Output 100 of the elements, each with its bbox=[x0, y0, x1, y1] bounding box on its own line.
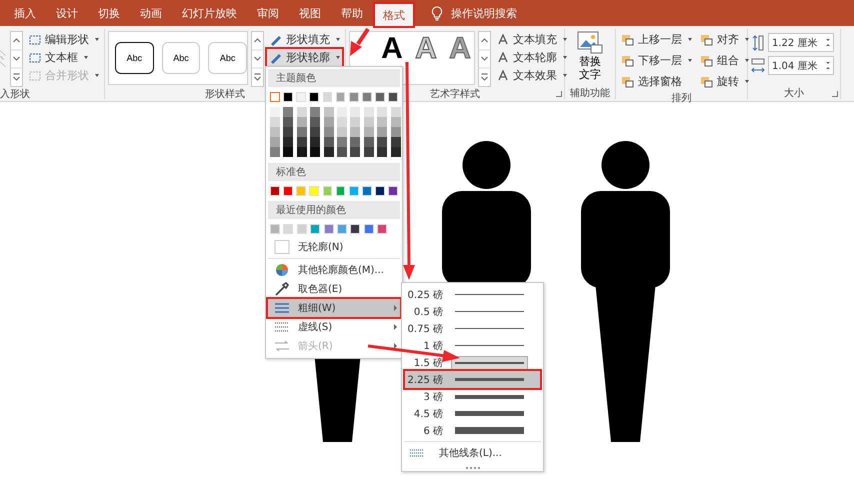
width-field[interactable]: 1.04 厘米 bbox=[768, 56, 834, 75]
color-swatch[interactable] bbox=[283, 117, 294, 127]
shape-style-preset[interactable]: Abc bbox=[208, 42, 248, 74]
ribbon-command[interactable]: 文本填充 bbox=[494, 31, 569, 48]
menu-item[interactable]: 0.5 磅 bbox=[405, 303, 540, 320]
color-swatch[interactable] bbox=[390, 117, 401, 127]
color-swatch[interactable] bbox=[310, 127, 320, 137]
menu-item[interactable]: 2.25 磅 bbox=[405, 371, 540, 388]
ribbon-tab[interactable]: 切换 bbox=[90, 2, 128, 24]
menu-item[interactable]: 取色器(E) bbox=[268, 280, 400, 298]
search-label[interactable]: 操作说明搜索 bbox=[451, 6, 517, 20]
dialog-launcher-icon[interactable] bbox=[832, 91, 838, 97]
menu-item[interactable]: 虚线(S) bbox=[268, 318, 400, 336]
ribbon-tab[interactable]: 格式 bbox=[375, 4, 413, 26]
color-swatch[interactable] bbox=[377, 137, 388, 147]
color-swatch[interactable] bbox=[324, 117, 334, 127]
alt-text-button[interactable]: 替换文字 bbox=[577, 31, 603, 81]
color-swatch[interactable] bbox=[336, 107, 347, 117]
ribbon-tab[interactable]: 视图 bbox=[291, 2, 329, 24]
menu-item[interactable]: 0.75 磅 bbox=[405, 320, 540, 337]
ribbon-tab[interactable]: 动画 bbox=[132, 2, 170, 24]
color-swatch[interactable] bbox=[296, 107, 307, 117]
color-swatch[interactable] bbox=[296, 127, 307, 137]
color-swatch[interactable] bbox=[310, 107, 320, 117]
menu-item[interactable]: 其他线条(L)... bbox=[405, 444, 540, 461]
color-swatch[interactable] bbox=[390, 137, 401, 147]
gallery-scroll-bar[interactable] bbox=[10, 31, 23, 87]
ribbon-command[interactable]: 选择窗格 bbox=[619, 73, 694, 90]
color-swatch[interactable] bbox=[364, 137, 374, 147]
color-swatch[interactable] bbox=[390, 107, 401, 117]
shape-style-preset[interactable]: Abc bbox=[162, 42, 200, 74]
menu-item[interactable]: 4.5 磅 bbox=[405, 405, 540, 422]
ribbon-command[interactable]: 形状填充 bbox=[267, 31, 342, 48]
color-swatch[interactable] bbox=[324, 137, 334, 147]
color-swatch[interactable] bbox=[324, 147, 334, 157]
color-swatch[interactable] bbox=[283, 107, 294, 117]
color-swatch[interactable] bbox=[310, 117, 320, 127]
color-swatch[interactable] bbox=[377, 147, 388, 157]
ribbon-command[interactable]: 上移一层 bbox=[619, 31, 694, 48]
color-swatch[interactable] bbox=[270, 107, 280, 117]
ribbon-command[interactable]: 形状轮廓 bbox=[267, 49, 342, 66]
color-swatch[interactable] bbox=[350, 117, 360, 127]
color-swatch[interactable] bbox=[270, 92, 280, 102]
gallery-scroll-bar[interactable] bbox=[478, 31, 491, 87]
color-swatch[interactable] bbox=[364, 147, 374, 157]
wordart-preset[interactable]: A bbox=[378, 35, 406, 63]
color-swatch[interactable] bbox=[377, 127, 388, 137]
ribbon-tab[interactable]: 设计 bbox=[48, 2, 86, 24]
color-swatch[interactable] bbox=[336, 147, 347, 157]
gallery-scroll-bar[interactable] bbox=[251, 31, 264, 87]
color-swatch[interactable] bbox=[377, 117, 388, 127]
color-swatch[interactable] bbox=[270, 127, 280, 137]
color-swatch[interactable] bbox=[310, 137, 320, 147]
color-swatch[interactable] bbox=[270, 117, 280, 127]
color-swatch[interactable] bbox=[336, 137, 347, 147]
color-swatch[interactable] bbox=[350, 127, 360, 137]
menu-item[interactable]: 粗细(W) bbox=[268, 299, 400, 317]
color-swatch[interactable] bbox=[336, 127, 347, 137]
color-swatch[interactable] bbox=[364, 107, 374, 117]
menu-item[interactable]: 无轮廓(N) bbox=[268, 238, 400, 256]
ribbon-tab[interactable]: 幻灯片放映 bbox=[174, 2, 245, 24]
ribbon-tab[interactable]: 插入 bbox=[6, 2, 44, 24]
color-swatch[interactable] bbox=[270, 147, 280, 157]
color-swatch[interactable] bbox=[336, 117, 347, 127]
ribbon-command[interactable]: 文本效果 bbox=[494, 67, 569, 84]
color-swatch[interactable] bbox=[390, 127, 401, 137]
menu-item[interactable]: 其他轮廓颜色(M)... bbox=[268, 261, 400, 279]
menu-item[interactable]: 1 磅 bbox=[405, 337, 540, 354]
dialog-launcher-icon[interactable] bbox=[556, 91, 562, 97]
shape-style-preset[interactable]: Abc bbox=[115, 42, 154, 74]
ribbon-command[interactable]: 旋转 bbox=[698, 73, 751, 90]
color-swatch[interactable] bbox=[350, 147, 360, 157]
color-swatch[interactable] bbox=[283, 137, 294, 147]
color-swatch[interactable] bbox=[283, 147, 294, 157]
height-field[interactable]: 1.22 厘米 bbox=[768, 33, 834, 52]
menu-item[interactable]: 3 磅 bbox=[405, 388, 540, 405]
color-swatch[interactable] bbox=[296, 117, 307, 127]
ribbon-command[interactable]: 对齐 bbox=[698, 31, 751, 48]
color-swatch[interactable] bbox=[296, 147, 307, 157]
ribbon-command[interactable]: 文本轮廓 bbox=[494, 49, 569, 66]
color-swatch[interactable] bbox=[350, 137, 360, 147]
ribbon-tab[interactable]: 帮助 bbox=[333, 2, 371, 24]
color-swatch[interactable] bbox=[390, 147, 401, 157]
color-swatch[interactable] bbox=[350, 107, 360, 117]
color-swatch[interactable] bbox=[324, 127, 334, 137]
color-swatch[interactable] bbox=[364, 127, 374, 137]
color-swatch[interactable] bbox=[296, 137, 307, 147]
ribbon-command[interactable]: 文本框 bbox=[26, 49, 101, 66]
menu-item[interactable]: 0.25 磅 bbox=[405, 286, 540, 303]
color-swatch[interactable] bbox=[283, 127, 294, 137]
color-swatch[interactable] bbox=[270, 137, 280, 147]
color-swatch[interactable] bbox=[364, 117, 374, 127]
ribbon-command[interactable]: 下移一层 bbox=[619, 52, 694, 69]
color-swatch[interactable] bbox=[324, 107, 334, 117]
ribbon-command[interactable]: 编辑形状 bbox=[26, 31, 101, 48]
color-swatch[interactable] bbox=[377, 107, 388, 117]
ribbon-tab[interactable]: 审阅 bbox=[249, 2, 287, 24]
color-swatch[interactable] bbox=[310, 147, 320, 157]
ribbon-command[interactable]: 组合 bbox=[698, 52, 751, 69]
menu-item[interactable]: 6 磅 bbox=[405, 422, 540, 439]
